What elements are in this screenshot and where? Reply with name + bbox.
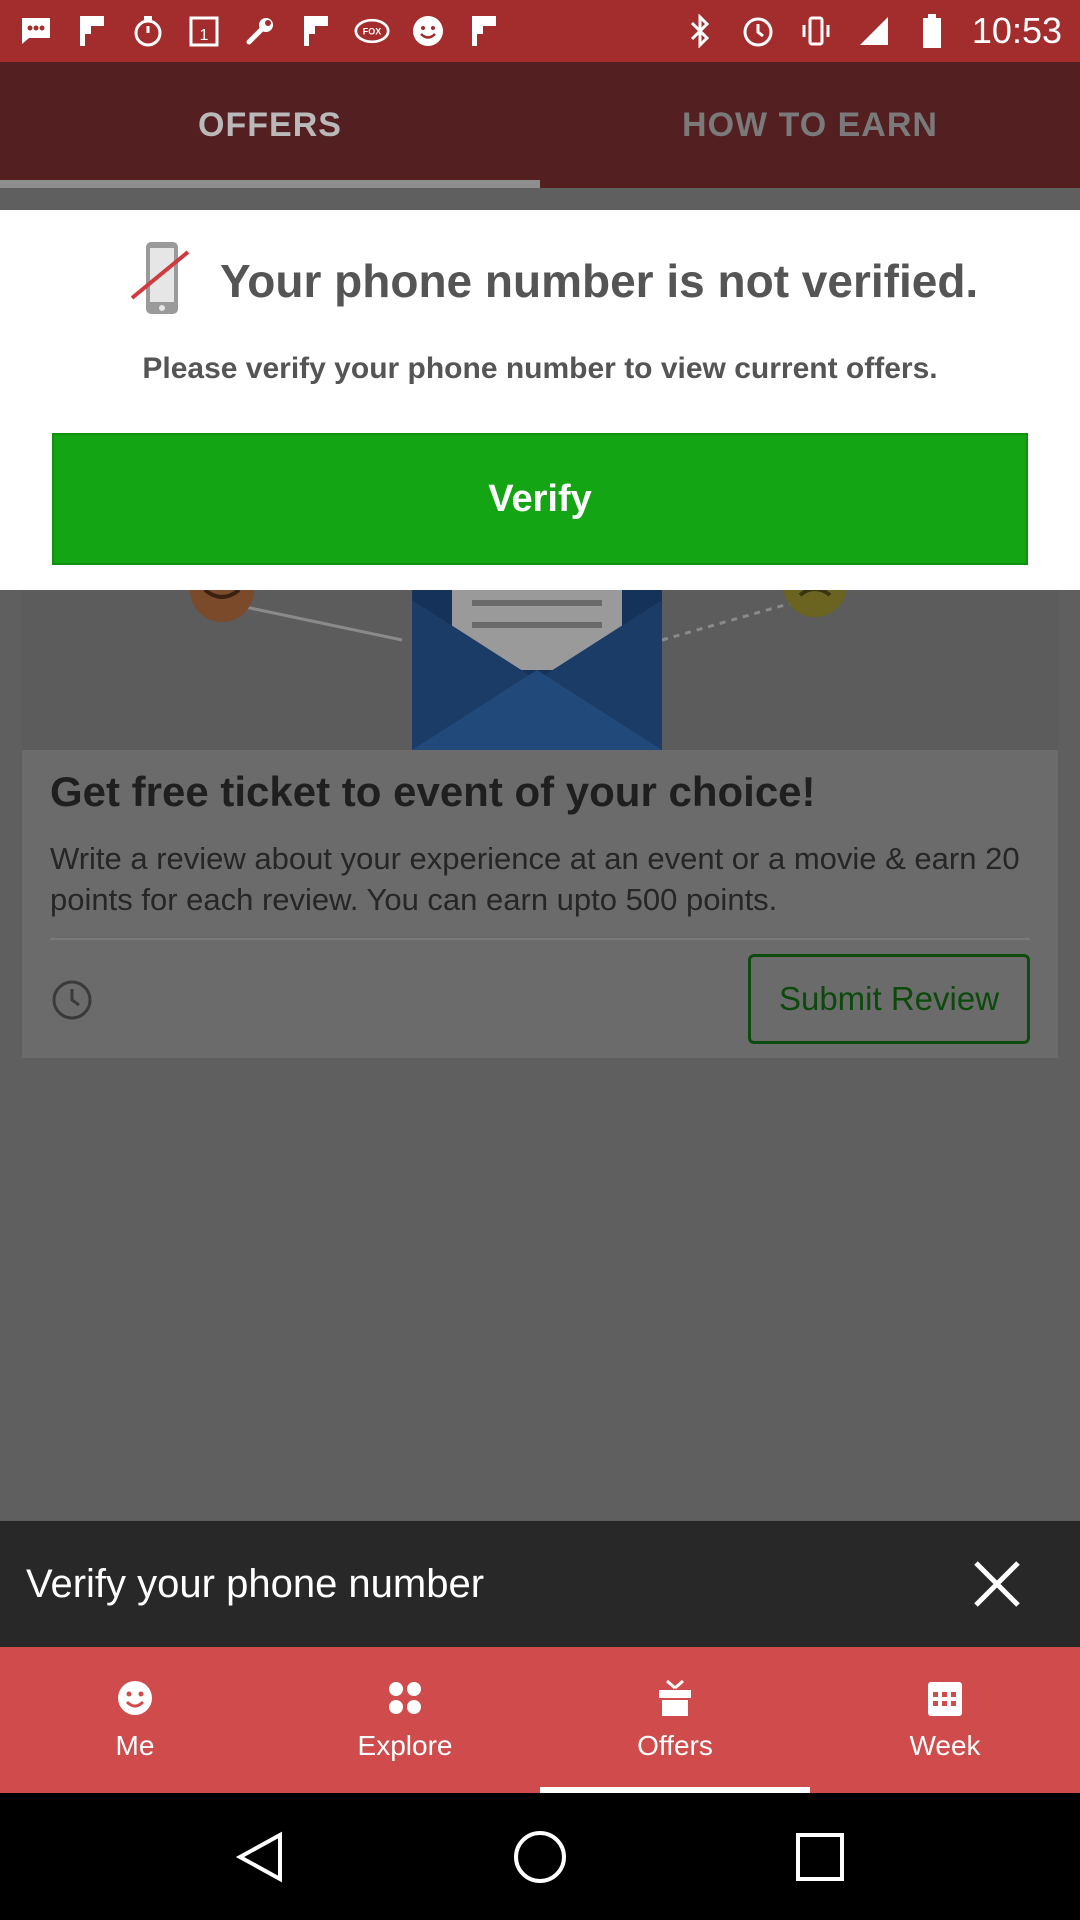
- nav-label-me: Me: [115, 1730, 155, 1761]
- system-navigation-bar: [0, 1793, 1080, 1920]
- stopwatch-icon: [130, 13, 166, 49]
- offer-title: Get free ticket to event of your choice!: [50, 768, 816, 815]
- offer-card: Get free ticket to event of your choice!…: [22, 560, 1058, 1058]
- smiley-icon: [115, 1678, 155, 1718]
- back-icon[interactable]: [230, 1827, 290, 1887]
- status-left-icons: 1 FOX: [18, 13, 502, 49]
- svg-text:FOX: FOX: [363, 27, 382, 37]
- card-divider: [50, 938, 1030, 940]
- tab-active-indicator: [0, 180, 540, 188]
- chat-icon: [18, 13, 54, 49]
- phone-crossed-icon: [130, 240, 192, 321]
- bluetooth-icon: [682, 13, 718, 49]
- dialog-title: Your phone number is not verified.: [220, 254, 979, 307]
- nav-label-offers: Offers: [637, 1730, 713, 1761]
- clock-icon: [50, 978, 94, 1022]
- battery-icon: [914, 13, 950, 49]
- tab-how-to-earn[interactable]: HOW TO EARN: [540, 62, 1080, 188]
- signal-icon: [856, 13, 892, 49]
- alarm-icon: [740, 13, 776, 49]
- snackbar-text[interactable]: Verify your phone number: [26, 1562, 484, 1607]
- status-right-icons: 10:53: [682, 10, 1062, 52]
- verify-button[interactable]: Verify: [52, 433, 1028, 565]
- nav-item-week[interactable]: Week: [810, 1647, 1080, 1793]
- status-bar: 1 FOX 10:53: [0, 0, 1080, 62]
- dots-grid-icon: [385, 1678, 425, 1718]
- close-icon[interactable]: [970, 1557, 1024, 1611]
- nav-item-offers[interactable]: Offers: [540, 1647, 810, 1793]
- fox-flag-icon: [466, 13, 502, 49]
- nav-item-me[interactable]: Me: [0, 1647, 270, 1793]
- recents-icon[interactable]: [790, 1827, 850, 1887]
- offer-description: Write a review about your experience at …: [50, 841, 1020, 917]
- submit-review-button[interactable]: Submit Review: [748, 954, 1030, 1044]
- verify-phone-dialog: Your phone number is not verified. Pleas…: [0, 210, 1080, 590]
- nav-label-explore: Explore: [357, 1730, 453, 1761]
- nav-item-explore[interactable]: Explore: [270, 1647, 540, 1793]
- tab-offers-label: OFFERS: [198, 105, 342, 144]
- wrench-icon: [242, 13, 278, 49]
- calendar-1-icon: 1: [186, 13, 222, 49]
- fox-sports-icon: FOX: [354, 13, 390, 49]
- calendar-icon: [925, 1678, 965, 1718]
- bottom-navigation: Me Explore Offers Week: [0, 1647, 1080, 1793]
- fox-flag-icon: [298, 13, 334, 49]
- tab-how-to-earn-label: HOW TO EARN: [682, 105, 938, 144]
- home-icon[interactable]: [510, 1827, 570, 1887]
- dialog-subtitle: Please verify your phone number to view …: [142, 352, 938, 385]
- status-time: 10:53: [971, 10, 1062, 51]
- nav-label-week: Week: [909, 1730, 981, 1761]
- tab-offers[interactable]: OFFERS: [0, 62, 540, 188]
- vibrate-icon: [798, 13, 834, 49]
- dialog-header: Your phone number is not verified.: [130, 240, 978, 321]
- top-tab-bar: OFFERS HOW TO EARN: [0, 62, 1080, 188]
- svg-text:1: 1: [200, 27, 209, 44]
- verify-snackbar: Verify your phone number: [0, 1521, 1080, 1647]
- fox-flag-icon: [74, 13, 110, 49]
- gift-icon: [655, 1678, 695, 1718]
- smiley-icon: [410, 13, 446, 49]
